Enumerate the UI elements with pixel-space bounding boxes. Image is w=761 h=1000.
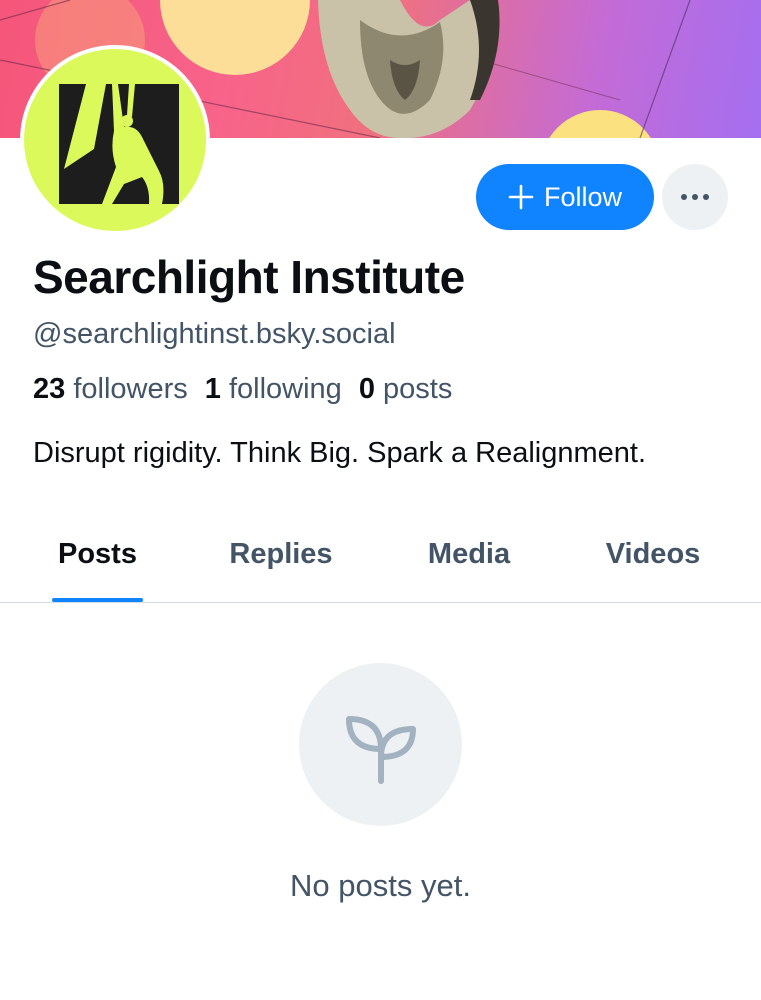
follow-button-label: Follow [543, 181, 623, 212]
profile-handle: @searchlightinst.bsky.social [33, 318, 396, 350]
empty-state-message: No posts yet. [290, 868, 471, 903]
more-options-button[interactable] [662, 164, 728, 230]
following-label: following [228, 373, 342, 405]
tab-posts[interactable]: Posts [52, 520, 143, 602]
follow-button[interactable]: Follow [476, 164, 654, 230]
following-count: 1 [204, 373, 221, 405]
plus-icon [508, 184, 534, 210]
followers-stat[interactable]: 23 followers [33, 373, 188, 406]
tab-replies[interactable]: Replies [218, 520, 344, 602]
profile-bio: Disrupt rigidity. Think Big. Spark a Rea… [33, 437, 647, 469]
followers-label: followers [73, 373, 188, 405]
tab-videos[interactable]: Videos [593, 520, 713, 602]
profile-stats: 23 followers 1 following 0 posts [33, 373, 452, 406]
profile-page: Follow Searchlight Institute @searchligh… [0, 0, 761, 1000]
empty-state-icon-container [299, 663, 462, 826]
avatar-image [24, 49, 206, 231]
sprout-icon [345, 715, 416, 784]
searchlight-logo-icon [59, 84, 179, 204]
posts-count: 0 [358, 373, 375, 405]
followers-count: 23 [33, 373, 66, 405]
ellipsis-icon [681, 194, 709, 200]
profile-avatar[interactable] [20, 45, 210, 235]
display-name: Searchlight Institute [33, 251, 465, 303]
posts-label: posts [383, 373, 453, 405]
following-stat[interactable]: 1 following [205, 373, 342, 406]
posts-stat: 0 posts [359, 373, 453, 406]
tab-media[interactable]: Media [414, 520, 524, 602]
tabs-divider [0, 602, 761, 603]
profile-tabs: Posts Replies Media Videos [0, 520, 761, 602]
